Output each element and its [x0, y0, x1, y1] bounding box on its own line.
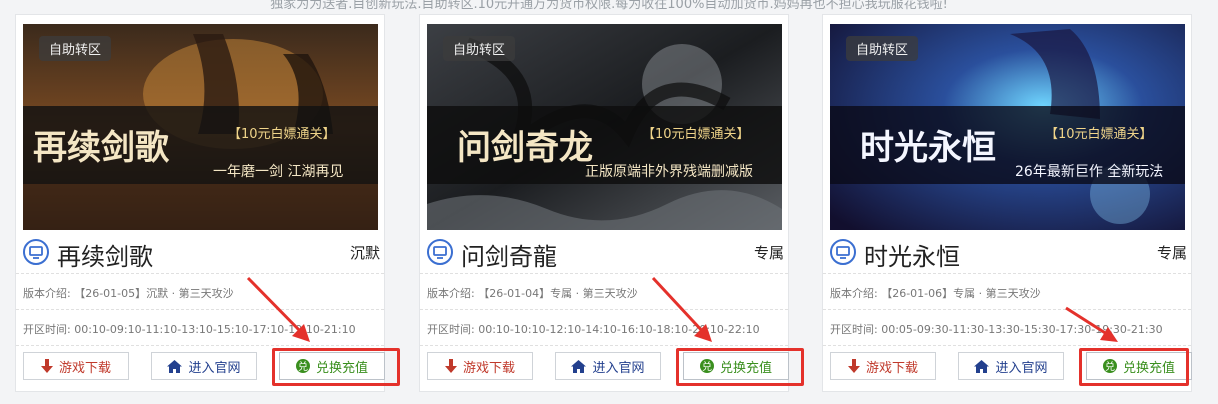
zone-tag: 自助转区 — [846, 36, 919, 61]
divider — [16, 273, 384, 274]
down-arrow-icon — [444, 359, 457, 373]
banner-big-title: 时光永恒 — [860, 128, 996, 168]
banner-big-title: 再续剑歌 — [33, 128, 170, 168]
home-icon — [167, 359, 183, 373]
version-info: 版本介绍: 【26-01-04】专属 · 第三天攻沙 — [427, 287, 638, 300]
exchange-icon: 兑 — [295, 359, 310, 373]
game-title: 再续剑歌 — [57, 243, 153, 271]
banner-slogan: 一年磨一剑 江湖再见 — [213, 164, 343, 180]
official-site-button[interactable]: 进入官网 — [555, 352, 661, 380]
game-download-button[interactable]: 游戏下载 — [427, 352, 533, 380]
banner-badge: 【10元白嫖通关】 — [1045, 126, 1153, 142]
open-times: 开区时间: 00:05-09:30-11:30-13:30-15:30-17:3… — [830, 323, 1163, 336]
divider — [823, 273, 1191, 274]
banner-badge: 【10元白嫖通关】 — [228, 126, 336, 142]
site-label: 进入官网 — [995, 360, 1048, 376]
official-site-button[interactable]: 进入官网 — [958, 352, 1064, 380]
svg-text:兑: 兑 — [1105, 360, 1115, 373]
game-kind: 沉默 — [349, 244, 380, 262]
game-card: 再续剑歌 【10元白嫖通关】 一年磨一剑 江湖再见 自助转区 再续剑歌 沉默 版… — [15, 14, 400, 392]
home-icon — [571, 359, 587, 373]
game-kind: 专属 — [753, 244, 784, 262]
download-label: 游戏下载 — [462, 360, 515, 376]
game-card: 问剑奇龙 【10元白嫖通关】 正版原端非外界残端删减版 自助转区 问剑奇龍 专属… — [419, 14, 804, 392]
banner-slogan: 26年最新巨作 全新玩法 — [1015, 163, 1163, 180]
banner-badge: 【10元白嫖通关】 — [642, 126, 750, 142]
recharge-label: 兑换充值 — [719, 360, 772, 376]
game-download-button[interactable]: 游戏下载 — [830, 352, 936, 380]
divider — [420, 309, 788, 310]
zone-tag: 自助转区 — [443, 36, 516, 61]
svg-text:兑: 兑 — [702, 360, 712, 373]
zone-tag: 自助转区 — [39, 36, 112, 61]
recharge-button[interactable]: 兑 兑换充值 — [279, 352, 385, 380]
down-arrow-icon — [847, 359, 860, 373]
game-banner-image[interactable]: 再续剑歌 【10元白嫖通关】 一年磨一剑 江湖再见 自助转区 — [23, 24, 378, 230]
divider — [16, 345, 384, 346]
game-download-button[interactable]: 游戏下载 — [23, 352, 129, 380]
game-kind: 专属 — [1156, 244, 1187, 262]
svg-text:兑: 兑 — [298, 360, 308, 373]
game-card: 时光永恒 【10元白嫖通关】 26年最新巨作 全新玩法 自助转区 时光永恒 专属… — [822, 14, 1192, 392]
version-info: 版本介绍: 【26-01-05】沉默 · 第三天攻沙 — [23, 287, 234, 300]
game-title: 时光永恒 — [864, 243, 960, 271]
divider — [420, 273, 788, 274]
down-arrow-icon — [40, 359, 53, 373]
site-label: 进入官网 — [188, 360, 241, 376]
monitor-icon — [427, 239, 453, 265]
recharge-label: 兑换充值 — [1122, 360, 1175, 376]
banner-big-title: 问剑奇龙 — [457, 128, 593, 168]
download-label: 游戏下载 — [58, 360, 111, 376]
divider — [16, 309, 384, 310]
open-times: 开区时间: 00:10-09:10-11:10-13:10-15:10-17:1… — [23, 323, 356, 336]
official-site-button[interactable]: 进入官网 — [151, 352, 257, 380]
monitor-icon — [23, 239, 49, 265]
divider — [823, 309, 1191, 310]
game-banner-image[interactable]: 时光永恒 【10元白嫖通关】 26年最新巨作 全新玩法 自助转区 — [830, 24, 1185, 230]
download-label: 游戏下载 — [865, 360, 918, 376]
recharge-label: 兑换充值 — [315, 360, 368, 376]
divider — [420, 345, 788, 346]
exchange-icon: 兑 — [699, 359, 714, 373]
version-info: 版本介绍: 【26-01-06】专属 · 第三天攻沙 — [830, 287, 1041, 300]
monitor-icon — [830, 239, 856, 265]
game-banner-image[interactable]: 问剑奇龙 【10元白嫖通关】 正版原端非外界残端删减版 自助转区 — [427, 24, 782, 230]
open-times: 开区时间: 00:10-10:10-12:10-14:10-16:10-18:1… — [427, 323, 760, 336]
divider — [823, 345, 1191, 346]
top-announcement: 独家为为送者.目创新玩法.目助转区.10元开通万为货币权限.每为收往100%目动… — [270, 0, 948, 12]
recharge-button[interactable]: 兑 兑换充值 — [1086, 352, 1192, 380]
banner-slogan: 正版原端非外界残端删减版 — [585, 164, 753, 180]
game-title: 问剑奇龍 — [461, 243, 557, 271]
exchange-icon: 兑 — [1102, 359, 1117, 373]
recharge-button[interactable]: 兑 兑换充值 — [683, 352, 789, 380]
site-label: 进入官网 — [592, 360, 645, 376]
home-icon — [974, 359, 990, 373]
